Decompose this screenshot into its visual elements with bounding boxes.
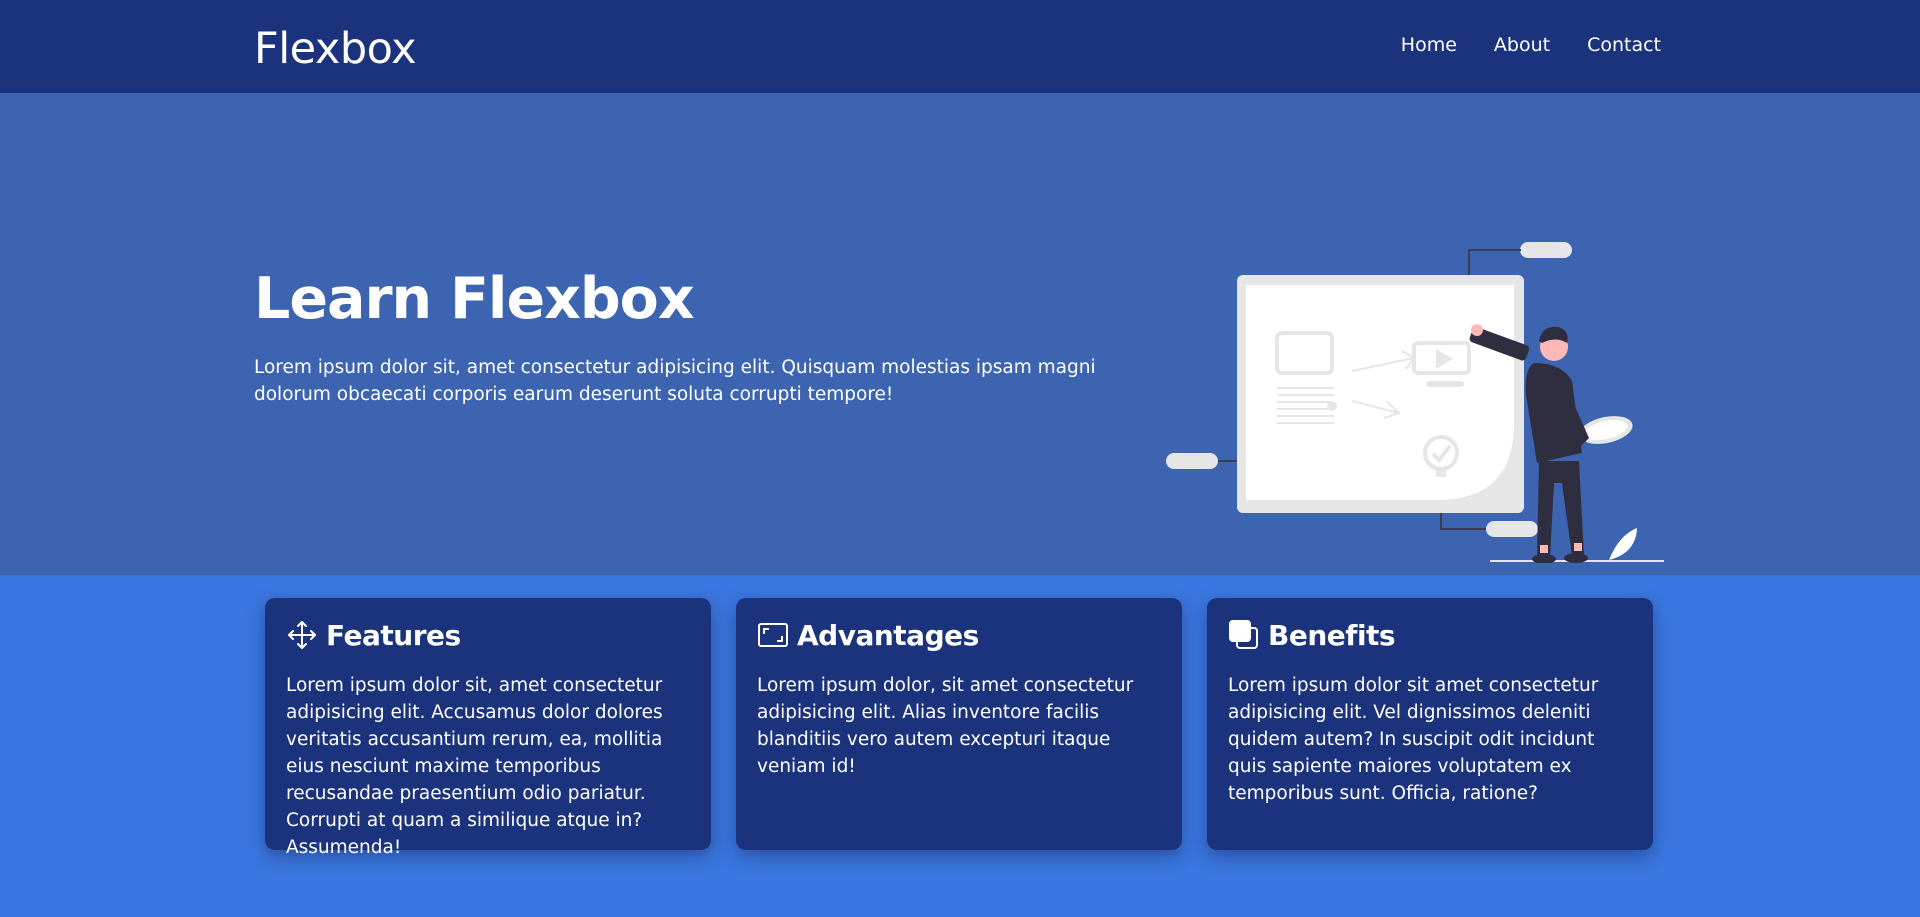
showcase-container: Learn Flexbox Lorem ipsum dolor sit, ame… [254, 93, 1664, 575]
features-card-title: Features [326, 618, 461, 652]
navbar: Flexbox Home About Contact [0, 0, 1920, 93]
nav-links: Home About Contact [1364, 34, 1661, 56]
benefits-card-title: Benefits [1268, 618, 1396, 652]
showcase-hero: Learn Flexbox Lorem ipsum dolor sit, ame… [0, 93, 1920, 575]
benefits-card-header: Benefits [1228, 617, 1633, 653]
site-logo[interactable]: Flexbox [254, 24, 417, 74]
advantages-card-text: Lorem ipsum dolor, sit amet consectetur … [757, 675, 1134, 777]
person-presenting-board-illustration [1164, 223, 1674, 564]
advantages-card-title: Advantages [797, 618, 979, 652]
features-card-text: Lorem ipsum dolor sit, amet consectetur … [286, 675, 663, 858]
benefits-card: Benefits Lorem ipsum dolor sit amet cons… [1207, 598, 1653, 850]
benefits-card-text: Lorem ipsum dolor sit amet consectetur a… [1228, 675, 1599, 804]
copy-squares-icon [1228, 619, 1260, 651]
hero-title: Learn Flexbox [254, 266, 695, 332]
arrows-move-icon [286, 619, 318, 651]
nav-link-home[interactable]: Home [1364, 34, 1457, 56]
nav-item-about: About [1457, 34, 1550, 56]
nav-item-contact: Contact [1550, 34, 1661, 56]
nav-link-contact[interactable]: Contact [1550, 34, 1661, 56]
feature-boxes: Features Lorem ipsum dolor sit, amet con… [265, 598, 1655, 858]
hero-description: Lorem ipsum dolor sit, amet consectetur … [254, 357, 1096, 406]
hero-text: Learn Flexbox Lorem ipsum dolor sit, ame… [254, 265, 1154, 408]
nav-link-about[interactable]: About [1457, 34, 1550, 56]
expand-screen-icon [757, 619, 789, 651]
nav-item-home: Home [1364, 34, 1457, 56]
advantages-card-header: Advantages [757, 617, 1162, 653]
navbar-container: Flexbox Home About Contact [254, 0, 1661, 93]
features-card: Features Lorem ipsum dolor sit, amet con… [265, 598, 711, 858]
features-card-header: Features [286, 617, 691, 653]
advantages-card: Advantages Lorem ipsum dolor, sit amet c… [736, 598, 1182, 850]
